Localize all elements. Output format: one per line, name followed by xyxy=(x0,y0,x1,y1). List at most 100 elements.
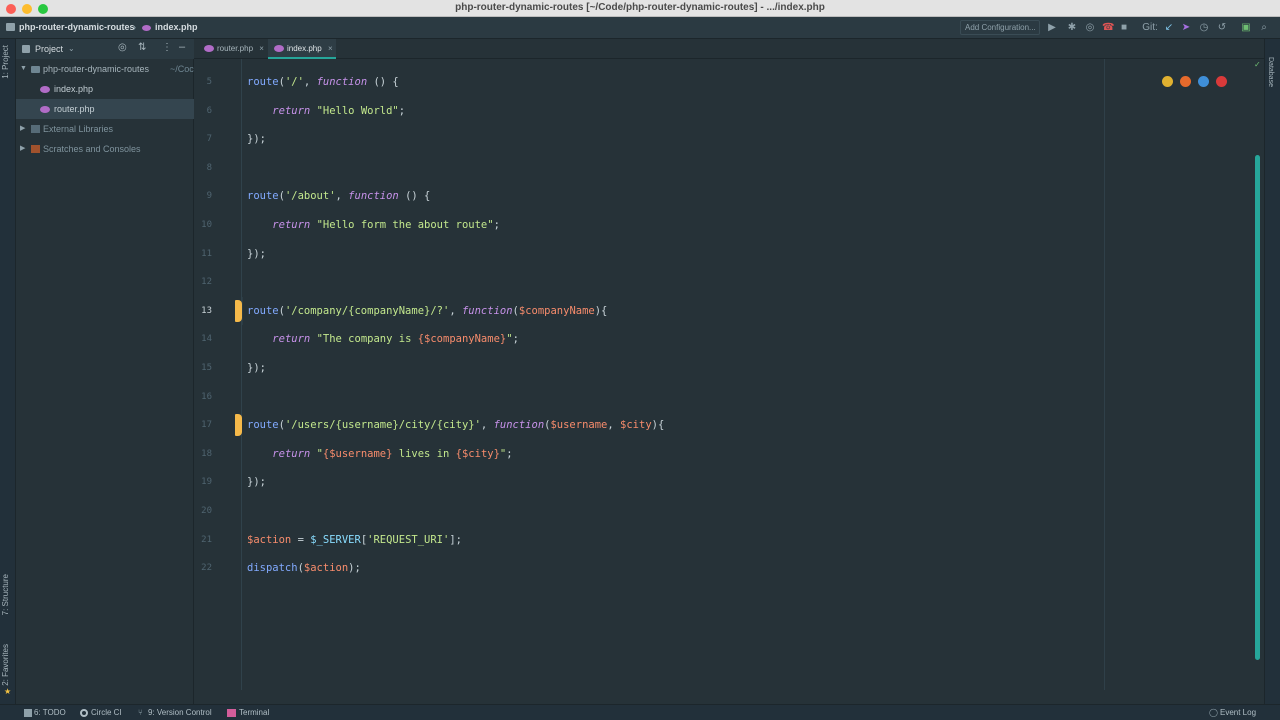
git-push-icon[interactable]: ➤ xyxy=(1180,22,1192,34)
add-configuration-button[interactable]: Add Configuration... xyxy=(960,20,1040,35)
change-marker[interactable] xyxy=(235,414,242,436)
search-icon[interactable]: ⌕ xyxy=(1258,22,1270,34)
code-line[interactable]: route('/', function () { xyxy=(247,76,399,88)
window-title: php-router-dynamic-routes [~/Code/php-ro… xyxy=(455,2,825,13)
project-structure-icon[interactable]: ▣ xyxy=(1240,22,1252,34)
tree-item-label: router.php xyxy=(54,104,95,114)
code-line[interactable]: return "The company is {$companyName}"; xyxy=(247,333,519,345)
tab-label: router.php xyxy=(217,44,254,53)
terminal-icon xyxy=(227,709,236,717)
todo-tool-tab[interactable]: 6: TODO xyxy=(34,708,66,717)
chevron-down-icon[interactable]: ⌄ xyxy=(68,44,75,53)
expand-arrow-icon[interactable]: ▶ xyxy=(20,139,25,159)
circleci-tool-tab[interactable]: Circle CI xyxy=(91,708,122,717)
star-icon: ★ xyxy=(4,687,12,696)
todo-icon xyxy=(24,709,32,717)
database-tool-tab[interactable]: Database xyxy=(1267,57,1274,87)
expand-arrow-icon[interactable]: ▼ xyxy=(20,59,27,79)
code-editor[interactable]: route('/', function () { return "Hello W… xyxy=(243,59,1264,690)
git-update-icon[interactable]: ↙ xyxy=(1163,22,1175,34)
folder-icon xyxy=(31,66,40,73)
line-number: 22 xyxy=(201,563,212,574)
project-tool-tab[interactable]: 1: Project xyxy=(1,45,10,79)
line-number: 15 xyxy=(201,363,212,373)
favorites-tool-tab[interactable]: 2: Favorites xyxy=(1,644,10,686)
tree-item-project-root[interactable]: ▼ php-router-dynamic-routes ~/Coc xyxy=(16,59,194,79)
editor-scrollbar[interactable] xyxy=(1255,155,1260,660)
structure-tool-tab[interactable]: 7: Structure xyxy=(1,574,10,615)
settings-menu-icon[interactable]: ⋮ xyxy=(162,42,172,53)
project-view-select[interactable]: Project xyxy=(35,44,63,54)
code-line[interactable]: }); xyxy=(247,362,266,374)
listen-debug-icon[interactable]: ☎ xyxy=(1102,22,1114,34)
locate-target-icon[interactable]: ◎ xyxy=(118,42,127,53)
revert-icon[interactable]: ↺ xyxy=(1216,22,1228,34)
breadcrumb-file[interactable]: index.php xyxy=(155,22,198,32)
git-label: Git: xyxy=(1142,22,1158,33)
tree-item-index-php[interactable]: index.php xyxy=(16,79,194,99)
breadcrumb-separator-icon: › xyxy=(133,22,136,32)
tree-item-label: php-router-dynamic-routes xyxy=(43,64,150,74)
event-log-tool-tab[interactable]: Event Log xyxy=(1220,708,1256,717)
history-icon[interactable]: ◷ xyxy=(1198,22,1210,34)
library-icon xyxy=(31,125,40,133)
code-line[interactable]: return "{$username} lives in {$city}"; xyxy=(247,448,512,460)
change-marker[interactable] xyxy=(235,300,242,322)
line-number: 16 xyxy=(201,391,212,402)
line-number: 14 xyxy=(201,334,212,345)
expand-arrow-icon[interactable]: ▶ xyxy=(20,119,25,139)
line-number: 8 xyxy=(206,162,212,173)
debug-icon[interactable]: ✱ xyxy=(1066,22,1078,34)
terminal-tool-tab[interactable]: Terminal xyxy=(239,708,269,717)
code-line[interactable]: dispatch($action); xyxy=(247,562,361,574)
tab-router-php[interactable]: router.php × xyxy=(198,39,266,59)
code-line[interactable]: route('/users/{username}/city/{city}', f… xyxy=(247,419,664,431)
code-line[interactable]: }); xyxy=(247,248,266,260)
code-line[interactable]: $action = $_SERVER['REQUEST_URI']; xyxy=(247,534,462,546)
php-file-icon xyxy=(274,45,284,53)
line-number: 9 xyxy=(206,191,212,202)
project-view-icon xyxy=(22,45,30,53)
line-number: 11 xyxy=(201,248,212,259)
tree-item-label: Scratches and Consoles xyxy=(43,144,141,154)
close-icon[interactable]: × xyxy=(259,44,264,53)
circleci-icon xyxy=(80,709,88,717)
hide-panel-icon[interactable]: – xyxy=(179,41,185,53)
editor-tabs: router.php × index.php × xyxy=(194,39,1264,59)
code-line[interactable]: }); xyxy=(247,476,266,488)
project-panel-header: Project ⌄ ◎ ⇅ ⋮ – xyxy=(16,39,194,59)
code-line[interactable]: return "Hello form the about route"; xyxy=(247,219,500,231)
inspection-ok-icon[interactable]: ✓ xyxy=(1254,60,1261,69)
tab-index-php[interactable]: index.php × xyxy=(268,39,336,59)
collapse-all-icon[interactable]: ⇅ xyxy=(138,42,146,53)
tree-item-label: index.php xyxy=(54,84,94,94)
tree-item-scratches[interactable]: ▶ Scratches and Consoles xyxy=(16,139,194,159)
tree-item-path: ~/Coc xyxy=(170,64,194,74)
chrome-browser-icon[interactable] xyxy=(1162,76,1173,87)
coverage-icon[interactable]: ◎ xyxy=(1084,22,1096,34)
line-number: 5 xyxy=(206,77,212,87)
code-line[interactable]: }); xyxy=(247,133,266,145)
line-number-gutter: 5 6 7 8 9 10 11 12 13 14 15 16 17 18 19 20 21 22 xyxy=(194,59,242,690)
vcs-branch-icon: ⑂ xyxy=(138,708,143,717)
run-icon[interactable]: ▶ xyxy=(1046,22,1058,34)
tree-item-router-php[interactable]: router.php xyxy=(16,99,194,119)
tree-item-external-libraries[interactable]: ▶ External Libraries xyxy=(16,119,194,139)
line-number: 18 xyxy=(201,448,212,459)
code-line[interactable]: route('/about', function () { xyxy=(247,190,430,202)
php-file-icon xyxy=(142,25,151,31)
code-line[interactable]: route('/company/{companyName}/?', functi… xyxy=(247,305,607,317)
navigation-bar: php-router-dynamic-routes › index.php Ad… xyxy=(0,17,1280,39)
code-line[interactable]: return "Hello World"; xyxy=(247,105,405,117)
safari-browser-icon[interactable] xyxy=(1198,76,1209,87)
breadcrumb-project[interactable]: php-router-dynamic-routes xyxy=(19,22,135,32)
version-control-tool-tab[interactable]: 9: Version Control xyxy=(148,708,212,717)
close-icon[interactable]: × xyxy=(328,44,333,53)
stop-icon[interactable]: ■ xyxy=(1118,22,1130,34)
right-tool-strip: Database xyxy=(1264,39,1280,704)
project-panel: Project ⌄ ◎ ⇅ ⋮ – ▼ php-router-dynamic-r… xyxy=(16,39,194,704)
line-number: 6 xyxy=(206,105,212,116)
opera-browser-icon[interactable] xyxy=(1216,76,1227,87)
firefox-browser-icon[interactable] xyxy=(1180,76,1191,87)
line-number: 10 xyxy=(201,220,212,230)
